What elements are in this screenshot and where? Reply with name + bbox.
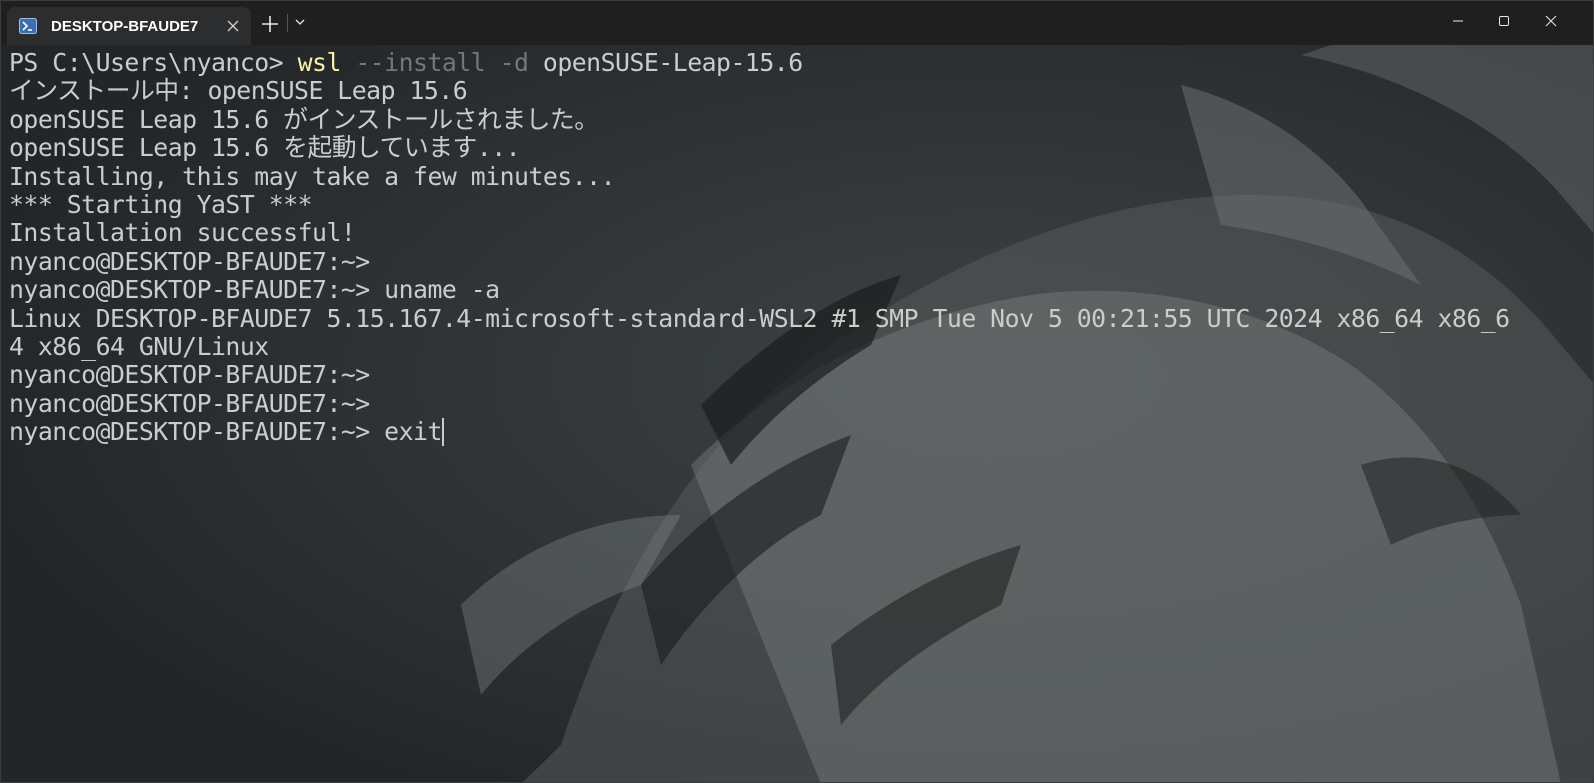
output-line: Installation successful!	[9, 218, 356, 248]
output-line: Linux DESKTOP-BFAUDE7 5.15.167.4-microso…	[9, 303, 1510, 333]
output-line: nyanco@DESKTOP-BFAUDE7:~>	[9, 246, 370, 276]
powershell-icon	[19, 17, 37, 35]
output-line: nyanco@DESKTOP-BFAUDE7:~>	[9, 388, 370, 418]
output-line: openSUSE Leap 15.6 を起動しています...	[9, 133, 521, 163]
plus-icon[interactable]	[259, 13, 281, 35]
terminal-output: PS C:\Users\nyanco> wsl --install -d ope…	[9, 48, 1589, 447]
tab-separator	[287, 14, 288, 32]
output-line: openSUSE Leap 15.6 がインストールされました。	[9, 104, 599, 134]
tab-close-icon[interactable]	[223, 16, 243, 36]
output-line: インストール中: openSUSE Leap 15.6	[9, 76, 468, 106]
current-input[interactable]: exit	[384, 417, 442, 446]
terminal-window: DESKTOP-BFAUDE7 PS C:\Users\nyanco> wsl …	[0, 0, 1594, 783]
close-icon[interactable]	[1528, 1, 1574, 41]
output-line: 4 x86_64 GNU/Linux	[9, 331, 269, 361]
ps-prompt: PS C:\Users\nyanco>	[9, 48, 298, 77]
tab-title: DESKTOP-BFAUDE7	[51, 17, 199, 35]
output-line: Installing, this may take a few minutes.…	[9, 161, 616, 191]
tab-desktop-bfaude7[interactable]: DESKTOP-BFAUDE7	[7, 7, 251, 45]
ps-command-line: PS C:\Users\nyanco> wsl --install -d ope…	[9, 48, 1589, 77]
ps-arg: openSUSE-Leap-15.6	[528, 48, 803, 77]
text-cursor	[441, 418, 444, 447]
ps-params: --install -d	[340, 48, 529, 77]
output-line: nyanco@DESKTOP-BFAUDE7:~>	[9, 360, 370, 390]
ps-command: wsl	[297, 48, 342, 77]
current-input-line[interactable]: nyanco@DESKTOP-BFAUDE7:~> exit	[9, 417, 1589, 447]
current-prompt: nyanco@DESKTOP-BFAUDE7:~>	[9, 417, 385, 447]
output-line: *** Starting YaST ***	[9, 189, 313, 219]
minimize-icon[interactable]	[1435, 1, 1481, 41]
chevron-down-icon[interactable]	[293, 15, 307, 29]
maximize-icon[interactable]	[1481, 1, 1527, 41]
output-line: nyanco@DESKTOP-BFAUDE7:~> uname -a	[9, 275, 500, 305]
title-bar[interactable]: DESKTOP-BFAUDE7	[1, 1, 1593, 45]
terminal-pane[interactable]: PS C:\Users\nyanco> wsl --install -d ope…	[1, 45, 1593, 782]
